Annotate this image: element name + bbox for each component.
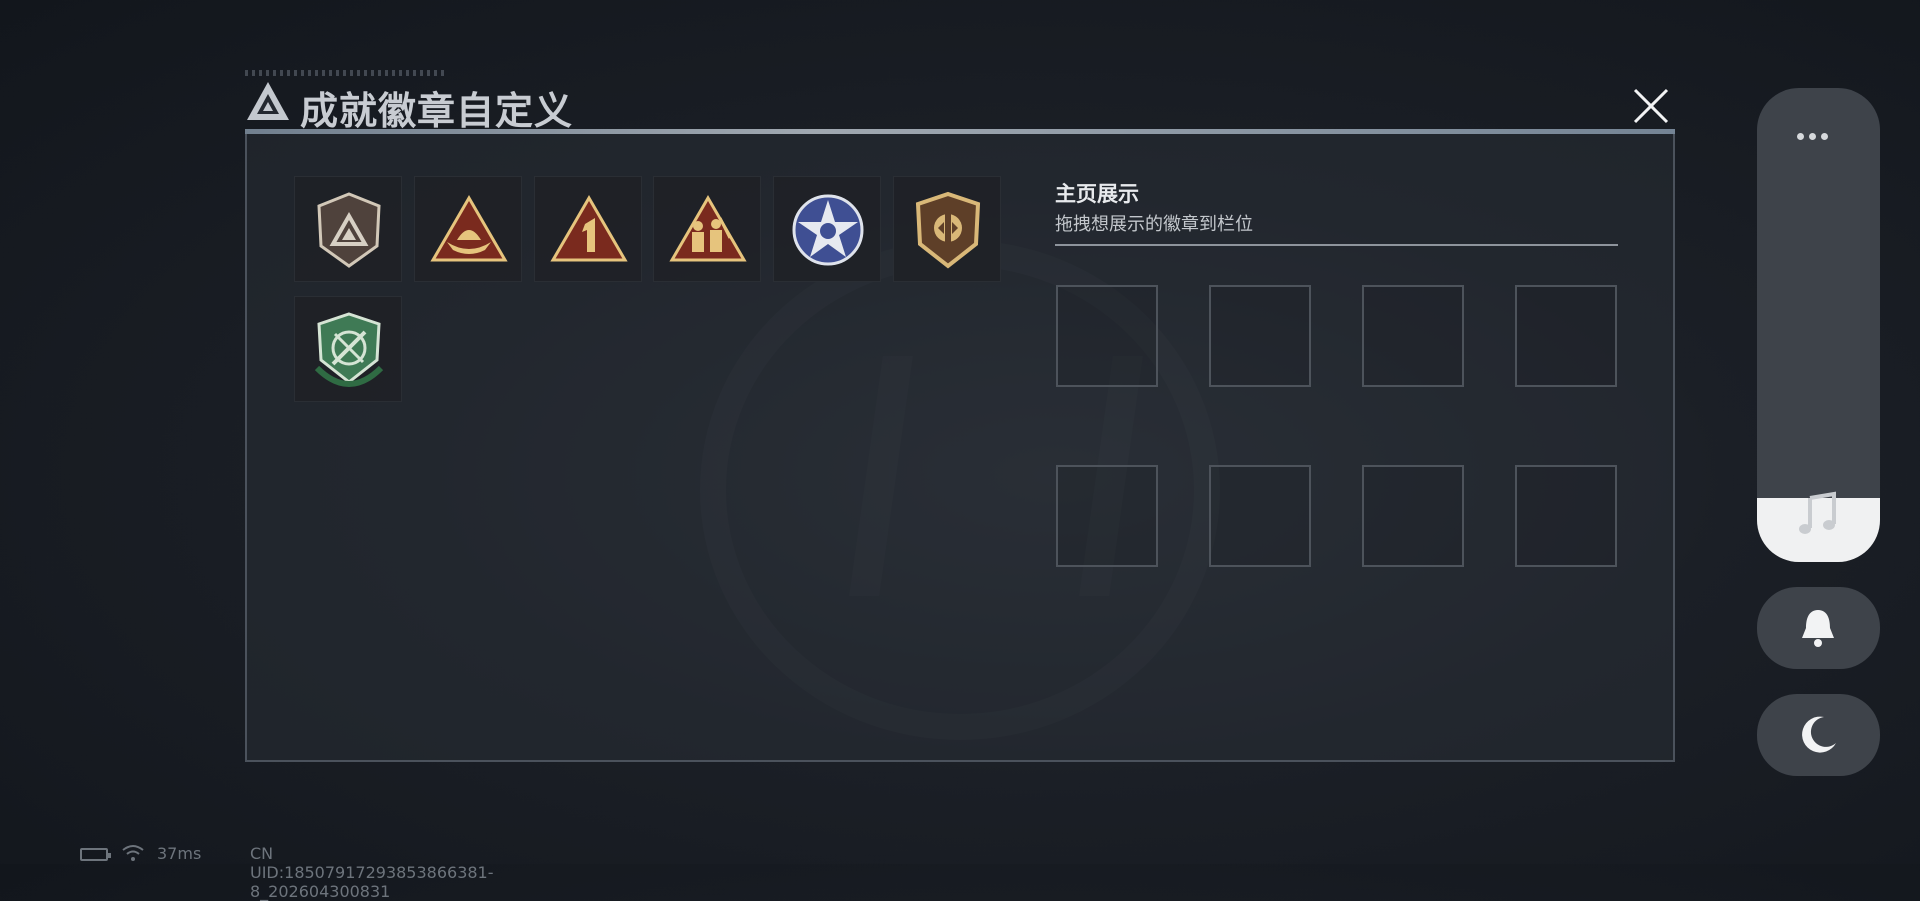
shield-triangle-badge-icon bbox=[317, 192, 381, 268]
badge-triangle-boat[interactable] bbox=[414, 176, 522, 282]
badge-green-shield-crossed[interactable] bbox=[294, 296, 402, 402]
display-divider bbox=[1055, 244, 1618, 246]
display-slot-3[interactable] bbox=[1362, 285, 1464, 387]
battery-icon bbox=[80, 848, 111, 861]
display-slot-7[interactable] bbox=[1362, 465, 1464, 567]
display-slot-6[interactable] bbox=[1209, 465, 1311, 567]
close-button[interactable] bbox=[1625, 80, 1677, 132]
music-note-icon bbox=[1799, 491, 1836, 534]
display-slot-1[interactable] bbox=[1056, 285, 1158, 387]
player-uid: CN UID:18507917293853866381­8_2026043008… bbox=[250, 844, 494, 901]
badge-blue-star[interactable] bbox=[773, 176, 881, 282]
badge-shield-grey-triangle[interactable] bbox=[294, 176, 402, 282]
display-section-title: 主页展示 bbox=[1055, 182, 1139, 206]
close-icon bbox=[1633, 88, 1669, 124]
moon-icon bbox=[1802, 716, 1836, 753]
green-shield-crossed-badge-icon bbox=[314, 312, 384, 387]
ping-value: 37ms bbox=[157, 844, 202, 863]
badge-triangle-number-one[interactable] bbox=[534, 176, 642, 282]
side-volume-panel[interactable] bbox=[1757, 88, 1880, 562]
triangle-logo-icon bbox=[247, 82, 289, 120]
triangle-soldiers-badge-icon bbox=[669, 195, 747, 262]
bell-icon bbox=[1802, 610, 1834, 647]
display-slot-5[interactable] bbox=[1056, 465, 1158, 567]
display-slot-8[interactable] bbox=[1515, 465, 1617, 567]
badge-shield-gold-emblem[interactable] bbox=[893, 176, 1001, 282]
more-dots-icon[interactable] bbox=[1797, 125, 1841, 140]
bell-button[interactable] bbox=[1757, 587, 1880, 669]
wifi-icon bbox=[122, 845, 144, 861]
triangle-number-one-badge-icon bbox=[550, 195, 628, 262]
page-title: 成就徽章自定义 bbox=[300, 89, 574, 133]
gold-shield-emblem-badge-icon bbox=[915, 191, 981, 269]
badge-triangle-soldiers[interactable] bbox=[653, 176, 761, 282]
blue-star-badge-icon bbox=[792, 194, 864, 266]
display-slot-2[interactable] bbox=[1209, 285, 1311, 387]
moon-button[interactable] bbox=[1757, 694, 1880, 776]
display-section-subtitle: 拖拽想展示的徽章到栏位 bbox=[1055, 214, 1253, 235]
display-slot-4[interactable] bbox=[1515, 285, 1617, 387]
title-bar: 成就徽章自定义 bbox=[245, 70, 1675, 134]
triangle-boat-badge-icon bbox=[430, 195, 508, 262]
title-decoration bbox=[245, 70, 445, 76]
